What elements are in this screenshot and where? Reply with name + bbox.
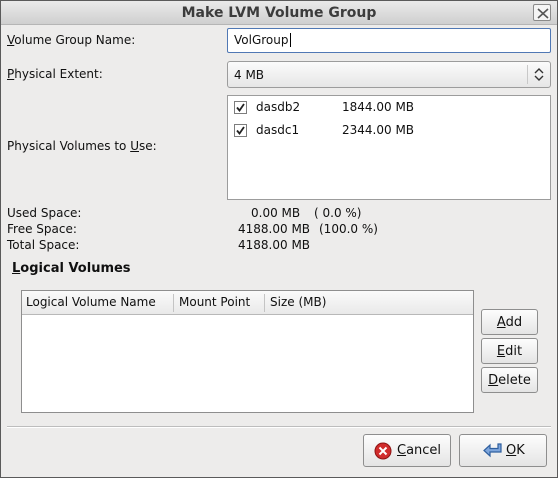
- physical-extent-select[interactable]: 4 MB: [227, 61, 551, 88]
- close-button[interactable]: [533, 4, 551, 21]
- title-bar[interactable]: Make LVM Volume Group: [1, 1, 557, 25]
- logical-volumes-heading: Logical Volumes: [12, 261, 131, 276]
- column-header-size[interactable]: Size (MB): [270, 295, 326, 309]
- ok-button[interactable]: OK: [459, 434, 547, 467]
- vg-name-label: Volume Group Name:: [7, 33, 136, 47]
- used-space-value: 0.00 MB: [251, 206, 301, 220]
- used-space-percent: ( 0.0 %): [314, 206, 362, 220]
- pv-name: dasdc1: [256, 123, 300, 137]
- total-space-label: Total Space:: [7, 238, 80, 252]
- close-icon: [537, 8, 549, 19]
- free-space-label: Free Space:: [7, 222, 77, 236]
- column-header-name[interactable]: Logical Volume Name: [26, 295, 156, 309]
- cancel-icon: [374, 442, 392, 460]
- pv-name: dasdb2: [256, 100, 301, 114]
- add-button[interactable]: Add: [481, 309, 538, 335]
- physical-extent-label: Physical Extent:: [7, 67, 103, 81]
- vg-name-input[interactable]: VolGroup: [227, 28, 551, 53]
- separator: [7, 426, 551, 428]
- make-lvm-dialog: Make LVM Volume Group Volume Group Name:…: [0, 0, 558, 478]
- ok-arrow-icon: [483, 443, 502, 458]
- list-item[interactable]: dasdb2 1844.00 MB: [234, 98, 544, 118]
- physical-volumes-label: Physical Volumes to Use:: [7, 139, 157, 153]
- pv-checkbox[interactable]: [234, 124, 247, 137]
- up-down-arrow-icon: [534, 68, 544, 81]
- pv-size: 1844.00 MB: [342, 100, 415, 114]
- pv-checkbox[interactable]: [234, 101, 247, 114]
- logical-volumes-table[interactable]: Logical Volume Name Mount Point Size (MB…: [21, 290, 474, 413]
- cancel-button[interactable]: Cancel: [363, 434, 451, 467]
- edit-button[interactable]: Edit: [481, 338, 538, 364]
- checkmark-icon: [236, 126, 245, 135]
- pv-size: 2344.00 MB: [342, 123, 415, 137]
- used-space-label: Used Space:: [7, 206, 82, 220]
- list-item[interactable]: dasdc1 2344.00 MB: [234, 121, 544, 141]
- checkmark-icon: [236, 103, 245, 112]
- free-space-percent: (100.0 %): [319, 222, 378, 236]
- physical-extent-value: 4 MB: [234, 68, 265, 82]
- physical-volumes-list[interactable]: dasdb2 1844.00 MB dasdc1 2344.00 MB: [227, 95, 551, 200]
- window-title: Make LVM Volume Group: [181, 5, 377, 21]
- total-space-value: 4188.00 MB: [238, 238, 311, 252]
- free-space-value: 4188.00 MB: [238, 222, 311, 236]
- column-header-mount-point[interactable]: Mount Point: [179, 295, 250, 309]
- table-header: Logical Volume Name Mount Point Size (MB…: [22, 291, 473, 315]
- delete-button[interactable]: Delete: [481, 367, 538, 393]
